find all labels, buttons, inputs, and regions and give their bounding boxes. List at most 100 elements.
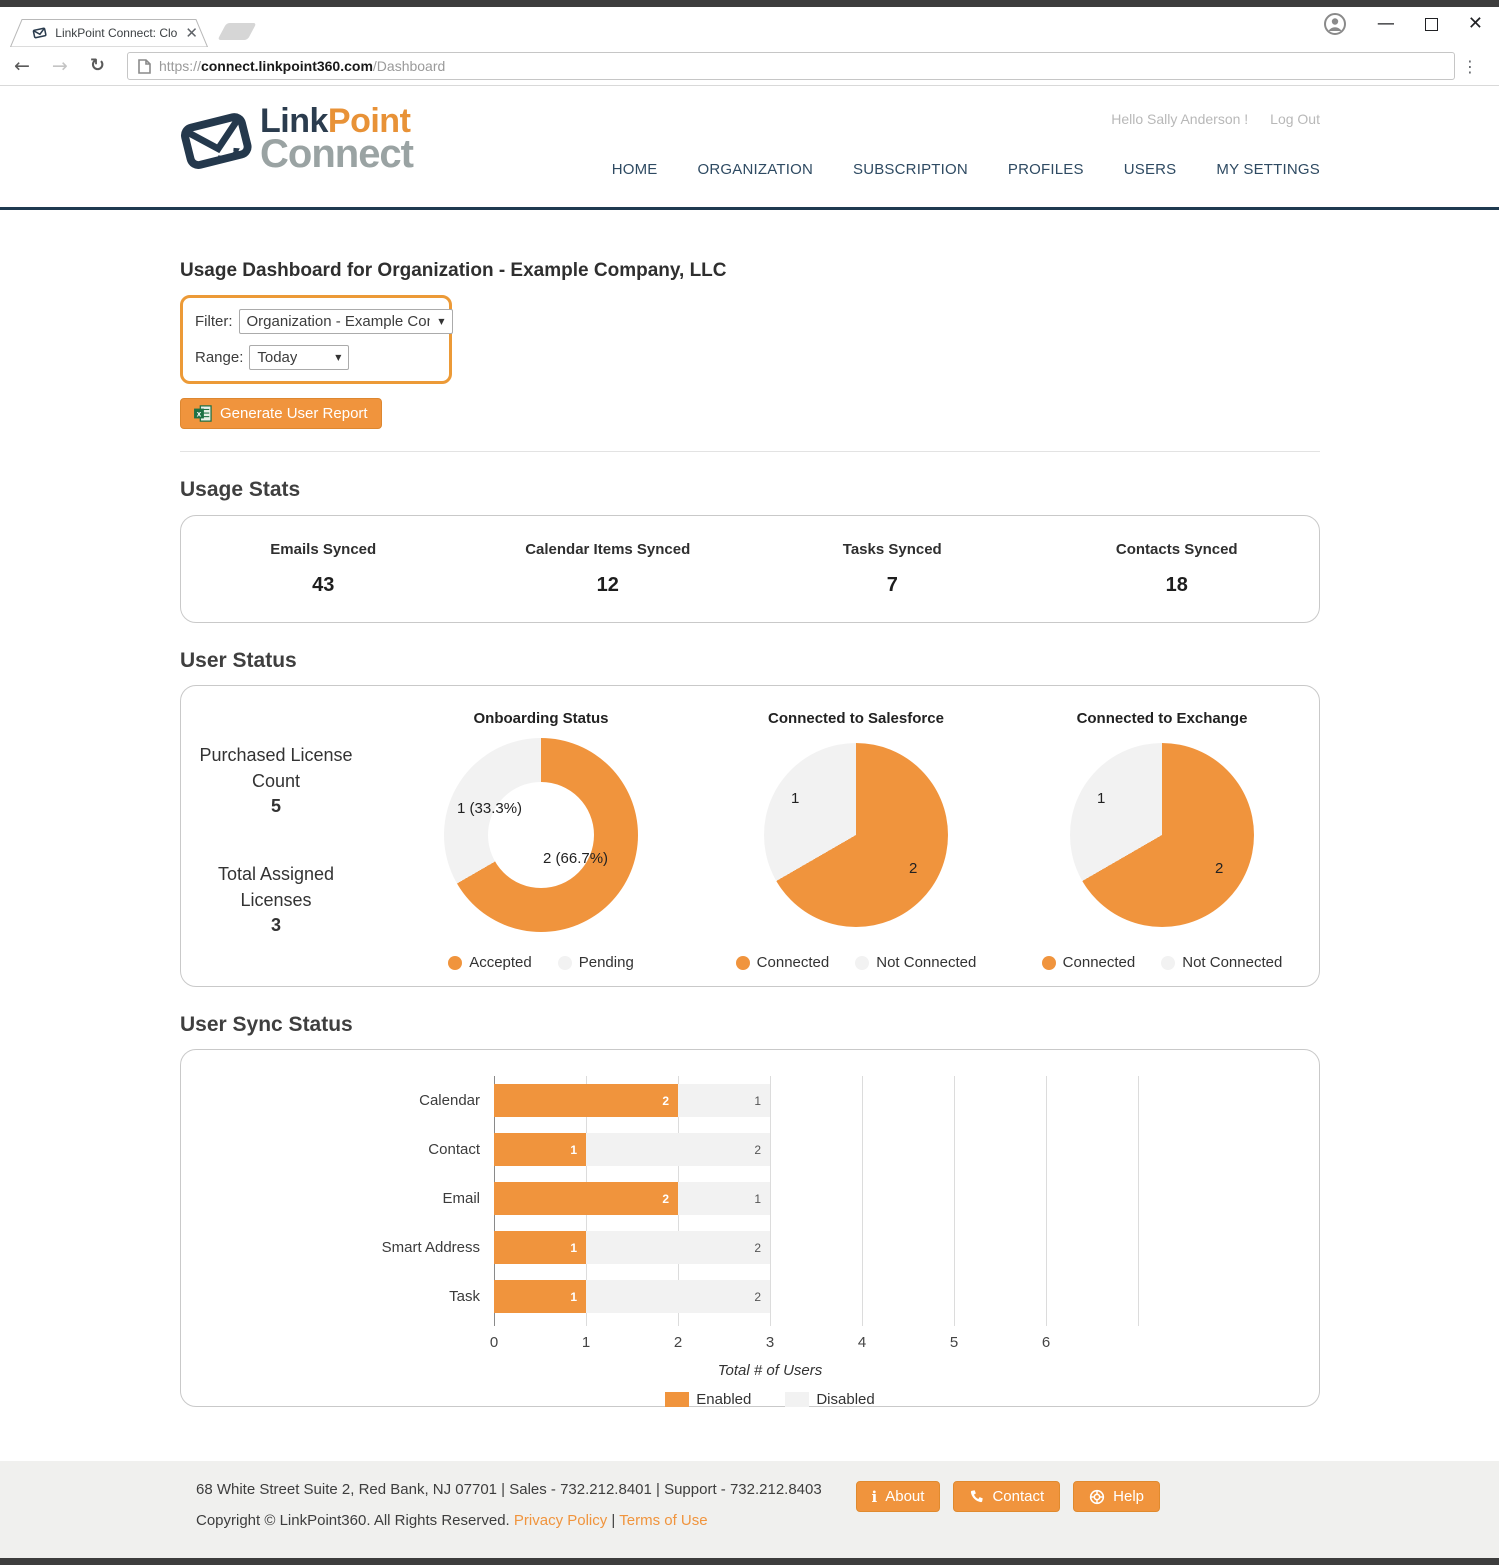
legend-dot [1042, 956, 1056, 970]
range-select[interactable]: Today ▼ [249, 345, 349, 370]
bar-plot: Calendar21Contact12Email21Smart Address1… [494, 1076, 1139, 1326]
purchased-license-count: Purchased License Count 5 [181, 742, 371, 817]
legend-label: Enabled [696, 1391, 751, 1408]
bar-row: Smart Address12 [494, 1231, 1139, 1264]
nav-item-my-settings[interactable]: MY SETTINGS [1216, 161, 1320, 178]
legend-swatch [665, 1392, 689, 1407]
chart-legend: Enabled Disabled [494, 1391, 1046, 1408]
user-sync-status-panel: Calendar21Contact12Email21Smart Address1… [180, 1049, 1320, 1407]
bar-category-label: Email [260, 1182, 480, 1215]
axis-box: Total # of Users Enabled Disabled [494, 1362, 1046, 1408]
filter-select[interactable]: Organization - Example Compa ▼ [239, 309, 453, 334]
license-block: Purchased License Count 5 Total Assigned… [181, 710, 371, 986]
url-bar[interactable]: https://connect.linkpoint360.com/Dashboa… [127, 52, 1455, 80]
site-header: LinkPoint Connect Hello Sally Anderson !… [0, 86, 1499, 210]
main-content: Usage Dashboard for Organization - Examp… [0, 210, 1499, 1461]
nav-item-organization[interactable]: ORGANIZATION [698, 161, 813, 178]
about-button[interactable]: i About [856, 1481, 941, 1512]
privacy-policy-link[interactable]: Privacy Policy [514, 1512, 607, 1529]
slice-label: 2 [1215, 860, 1223, 877]
profile-icon[interactable] [1323, 12, 1347, 36]
usage-stats-heading: Usage Stats [180, 478, 1320, 502]
new-tab-button[interactable] [217, 23, 256, 40]
main-nav: HOME ORGANIZATION SUBSCRIPTION PROFILES … [612, 161, 1320, 178]
window-bottom-strip [0, 1558, 1499, 1565]
user-sync-status-heading: User Sync Status [180, 1013, 1320, 1037]
page-icon [138, 59, 151, 74]
logout-link[interactable]: Log Out [1270, 111, 1320, 127]
stat-emails-synced: Emails Synced 43 [181, 541, 466, 597]
legend-item: Disabled [785, 1391, 874, 1408]
legend-dot [855, 956, 869, 970]
pie-circle [764, 743, 948, 927]
browser-menu-icon[interactable]: ⋮ [1455, 57, 1485, 76]
user-status-heading: User Status [180, 649, 1320, 673]
filter-select-value: Organization - Example Compa [247, 313, 431, 330]
close-window-icon[interactable]: ✕ [1468, 15, 1483, 33]
bar-segment-enabled: 1 [494, 1133, 586, 1166]
bar-segment-disabled: 1 [678, 1182, 770, 1215]
phone-icon [969, 1489, 984, 1504]
refresh-icon[interactable]: ↻ [90, 57, 105, 75]
footer-separator: | [611, 1512, 615, 1529]
stat-tasks-synced: Tasks Synced 7 [750, 541, 1035, 597]
url-path: /Dashboard [373, 58, 445, 74]
nav-item-users[interactable]: USERS [1124, 161, 1177, 178]
slice-label: 2 (66.7%) [543, 850, 608, 867]
chevron-down-icon: ▼ [430, 317, 444, 326]
legend-dot [448, 956, 462, 970]
bar-segment-disabled: 2 [586, 1280, 770, 1313]
nav-item-home[interactable]: HOME [612, 161, 658, 178]
terms-of-use-link[interactable]: Terms of Use [619, 1512, 707, 1529]
bar-segment-enabled: 1 [494, 1231, 586, 1264]
back-icon[interactable]: ← [14, 57, 30, 76]
browser-tab[interactable]: LinkPoint Connect: Cloud ✕ [10, 19, 208, 47]
forward-icon[interactable]: → [52, 57, 68, 76]
x-axis-tick: 6 [1026, 1334, 1066, 1351]
svg-text:x: x [197, 409, 202, 418]
connected-to-salesforce-chart: Connected to Salesforce21ConnectedNot Co… [731, 710, 981, 986]
legend-item: Not Connected [855, 954, 976, 971]
slice-label: 1 (33.3%) [457, 800, 522, 817]
url-scheme: https:// [159, 58, 201, 74]
generate-user-report-button[interactable]: x Generate User Report [180, 398, 382, 429]
slice-label: 1 [791, 790, 799, 807]
pie-circle [1070, 743, 1254, 927]
slice-label: 2 [909, 860, 917, 877]
maximize-icon[interactable] [1425, 18, 1438, 31]
nav-item-profiles[interactable]: PROFILES [1008, 161, 1084, 178]
logo-text-connect: Connect [260, 134, 413, 174]
bar-rows: Calendar21Contact12Email21Smart Address1… [494, 1076, 1139, 1326]
favicon-envelope-icon [32, 25, 47, 41]
x-axis-tick: 0 [474, 1334, 514, 1351]
envelope-logo-icon [178, 104, 254, 176]
bar-category-label: Smart Address [260, 1231, 480, 1264]
stat-contacts-synced: Contacts Synced 18 [1035, 541, 1320, 597]
tab-title: LinkPoint Connect: Cloud [55, 26, 177, 40]
range-select-value: Today [257, 349, 297, 366]
legend-label: Disabled [816, 1391, 874, 1408]
linkpoint-logo[interactable]: LinkPoint Connect [178, 104, 413, 176]
minimize-icon[interactable]: — [1377, 15, 1395, 33]
chart-title: Onboarding Status [421, 710, 661, 727]
footer-address: 68 White Street Suite 2, Red Bank, NJ 07… [196, 1475, 822, 1506]
legend-item: Not Connected [1161, 954, 1282, 971]
greeting-text: Hello Sally Anderson ! [1111, 111, 1248, 127]
bar-category-label: Contact [260, 1133, 480, 1166]
legend-swatch [785, 1392, 809, 1407]
chevron-down-icon: ▼ [327, 353, 341, 362]
bar-row: Task12 [494, 1280, 1139, 1313]
help-button[interactable]: Help [1073, 1481, 1160, 1512]
info-icon: i [872, 1488, 878, 1506]
filter-label: Filter: [195, 313, 233, 330]
x-axis-tick: 1 [566, 1334, 606, 1351]
legend-label: Accepted [469, 954, 532, 971]
legend-label: Not Connected [1182, 954, 1282, 971]
window-top-strip [0, 0, 1499, 7]
pie-area: 21 [1037, 738, 1287, 938]
contact-button[interactable]: Contact [953, 1481, 1060, 1512]
nav-item-subscription[interactable]: SUBSCRIPTION [853, 161, 968, 178]
legend-dot [736, 956, 750, 970]
tab-close-icon[interactable]: ✕ [185, 26, 198, 41]
x-axis-label: Total # of Users [494, 1362, 1046, 1379]
